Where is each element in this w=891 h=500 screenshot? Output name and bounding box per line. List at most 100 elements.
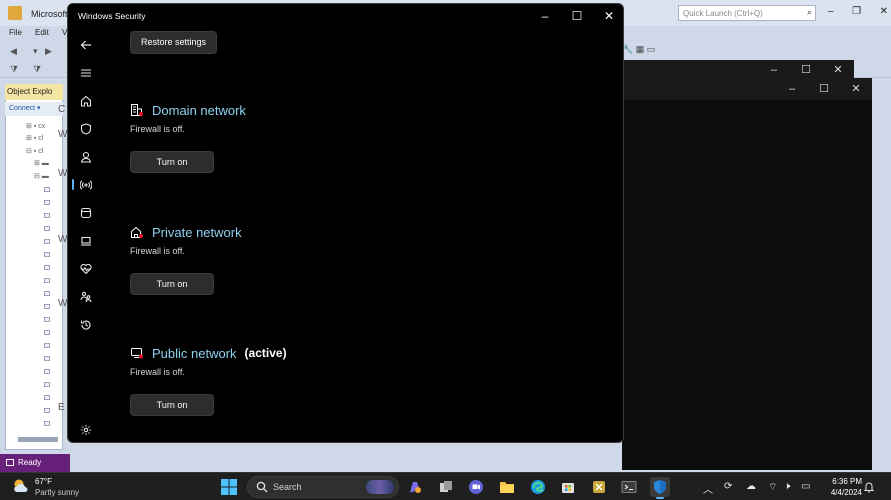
taskbar-search[interactable]: Search [247,476,399,498]
minimize-icon[interactable]: – [529,6,561,26]
edge-app[interactable] [528,477,548,497]
partly-sunny-icon [14,479,28,492]
tree-leaf[interactable] [44,187,50,192]
domain-network-header[interactable]: Domain network [130,102,246,118]
notification-bell-icon[interactable] [864,481,874,493]
tree-leaf[interactable] [44,278,50,283]
filter-icon[interactable]: ⧩ [10,64,18,75]
family-icon[interactable] [68,287,104,307]
ssms-window-controls: – ❐ ✕ [828,6,888,20]
app-browser-icon[interactable] [68,203,104,223]
domain-network-name[interactable]: Domain network [152,103,246,118]
domain-turn-on-button[interactable]: Turn on [130,151,214,173]
history-icon[interactable] [68,315,104,335]
windows-security-app[interactable] [650,477,670,499]
ws-titlebar: Windows Security – ☐ ✕ [68,4,623,28]
clock-time[interactable]: 6:36 PM [826,477,862,486]
ssms-restore-icon[interactable]: ❐ [852,6,861,20]
tree-leaf[interactable] [44,291,50,296]
tree-leaf[interactable] [44,408,50,413]
console-minimize-icon[interactable]: – [776,79,808,99]
back-arrow-icon[interactable] [68,35,104,55]
windows-security-window: Windows Security – ☐ ✕ Restore settings … [67,3,624,443]
public-network-name[interactable]: Public network [152,346,237,361]
device-security-icon[interactable] [68,231,104,251]
restore-settings-button[interactable]: Restore settings [130,31,217,54]
heart-pulse-icon[interactable] [68,259,104,279]
tree-leaf[interactable] [44,421,50,426]
status-text: Ready [18,458,42,467]
tree-node[interactable]: ⊟ ▪ cl [26,147,56,155]
firewall-network-icon[interactable] [68,175,104,195]
account-icon[interactable] [68,147,104,167]
shield-icon[interactable] [68,119,104,139]
connect-button[interactable]: Connect ▾ [5,102,63,116]
console-back-controls: – ☐ ✕ [758,60,854,80]
public-turn-on-button[interactable]: Turn on [130,394,214,416]
tree-leaf[interactable] [44,213,50,218]
hamburger-menu-icon[interactable] [68,63,104,83]
tree-leaf[interactable] [44,395,50,400]
windows-security-shield-icon [654,480,666,494]
tree-leaf[interactable] [44,200,50,205]
store-app[interactable] [558,477,578,497]
tree-leaf[interactable] [44,239,50,244]
tree-leaf[interactable] [44,369,50,374]
copilot-app[interactable] [405,477,425,497]
volume-icon[interactable]: 🕨 [784,481,790,492]
tree-leaf[interactable] [44,330,50,335]
tree-node[interactable]: ⊞ ▪ cl [26,134,56,142]
ssms-taskbar-app[interactable] [589,477,609,497]
tray-app-icon[interactable]: ⟳ [724,481,732,492]
maximize-icon[interactable]: ☐ [561,6,593,26]
tree-node[interactable]: ⊞ ▪ cx [26,122,56,130]
home-icon[interactable] [68,91,104,111]
ssms-close-icon[interactable]: ✕ [880,6,888,20]
battery-icon[interactable]: ▭ [801,481,810,492]
object-explorer-scrollbar[interactable] [18,437,58,442]
start-button[interactable] [219,477,239,497]
quick-launch-input[interactable]: Quick Launch (Ctrl+Q) ⌕ [678,5,816,21]
file-explorer-app[interactable] [497,477,517,497]
tree-leaf[interactable] [44,343,50,348]
object-explorer-tab[interactable]: Object Explo [5,84,63,100]
menu-file[interactable]: File [9,28,22,37]
menu-edit[interactable]: Edit [35,28,49,37]
toolbar-grid-icon[interactable]: ▦ [636,44,645,54]
filter-options-icon[interactable]: ⧩ [33,64,41,75]
tree-leaf[interactable] [44,252,50,257]
terminal-app[interactable] [619,477,639,497]
private-network-name[interactable]: Private network [152,225,242,240]
tree-leaf[interactable] [44,317,50,322]
ssms-minimize-icon[interactable]: – [828,6,834,20]
tree-leaf[interactable] [44,382,50,387]
tree-leaf[interactable] [44,356,50,361]
console-titlebar: – ☐ ✕ [622,78,872,100]
forward-nav-icon[interactable]: ▶ [45,46,52,57]
private-network-header[interactable]: Private network [130,224,242,240]
quick-launch-search-icon[interactable]: ⌕ [807,7,812,18]
close-icon[interactable]: ✕ [593,6,623,26]
toolbar-terminal-icon[interactable]: ▭ [647,44,656,54]
public-network-header[interactable]: Public network (active) [130,345,287,361]
teams-chat-app[interactable] [466,477,486,497]
private-turn-on-button[interactable]: Turn on [130,273,214,295]
public-network-icon [131,348,143,359]
back-nav-icon[interactable]: ◀ [10,46,17,57]
onedrive-icon[interactable]: ☁ [746,481,756,492]
tree-leaf[interactable] [44,226,50,231]
tray-chevron-up-icon[interactable]: ︿ [703,481,713,496]
task-view-app[interactable] [436,477,456,497]
console-back-close-icon[interactable]: ✕ [822,60,854,80]
tree-leaf[interactable] [44,304,50,309]
settings-gear-icon[interactable] [68,420,104,440]
clock-date[interactable]: 4/4/2024 [824,488,862,497]
console-maximize-icon[interactable]: ☐ [808,79,840,99]
toolbar-dropdown-icon[interactable]: ▾ [33,46,38,57]
console-back-maximize-icon[interactable]: ☐ [790,60,822,80]
console-close-icon[interactable]: ✕ [840,79,872,99]
console-back-minimize-icon[interactable]: – [758,60,790,80]
tree-leaf[interactable] [44,265,50,270]
windows-logo-icon [221,479,237,495]
wifi-icon[interactable]: ⌔ [768,481,777,494]
